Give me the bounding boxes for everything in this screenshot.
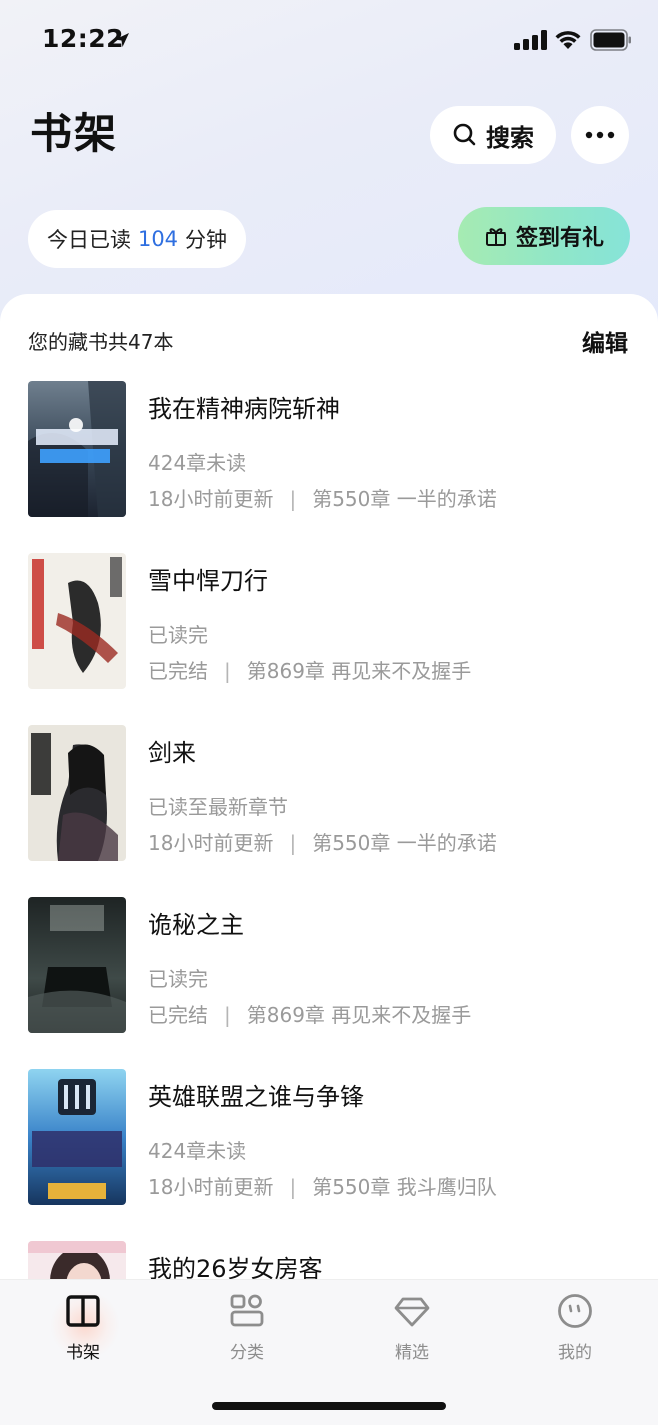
book-update-time: 18小时前更新 [148, 831, 274, 855]
tab-featured[interactable]: 精选 [357, 1288, 467, 1366]
tab-profile[interactable]: 我的 [520, 1288, 630, 1366]
search-button[interactable]: 搜索 [430, 106, 556, 164]
book-read-status: 424章未读 [148, 1139, 247, 1163]
tab-label: 精选 [395, 1343, 429, 1363]
wifi-icon [555, 31, 581, 49]
book-latest-chapter: 第550章 我斗鹰归队 [312, 1175, 497, 1199]
separator: | [224, 1003, 231, 1027]
search-icon [453, 123, 476, 146]
book-cover[interactable] [28, 897, 126, 1033]
separator: | [289, 487, 297, 511]
separator: | [224, 659, 231, 683]
book-latest-chapter: 第869章 再见来不及握手 [246, 659, 472, 683]
book-latest-chapter: 第550章 一半的承诺 [312, 831, 497, 855]
separator: | [289, 831, 297, 855]
book-title: 诡秘之主 [148, 911, 244, 939]
book-update-time: 18小时前更新 [148, 487, 274, 511]
bookshelf-icon [66, 1295, 100, 1327]
book-item[interactable]: 诡秘之主 已读完 已完结 | 第869章 再见来不及握手 [0, 897, 658, 1047]
tab-label: 书架 [66, 1343, 100, 1363]
book-read-status: 已读完 [148, 623, 208, 647]
tab-bookshelf[interactable]: 书架 [28, 1288, 138, 1366]
book-read-status: 424章未读 [148, 451, 247, 475]
diamond-icon [394, 1297, 430, 1327]
book-cover[interactable] [28, 553, 126, 689]
book-item[interactable]: 雪中悍刀行 已读完 已完结 | 第869章 再见来不及握手 [0, 553, 658, 703]
tab-label: 分类 [230, 1343, 264, 1363]
more-dots-icon [585, 131, 615, 139]
book-title: 剑来 [148, 739, 196, 767]
book-update-time: 18小时前更新 [148, 1175, 274, 1199]
signin-label: 签到有礼 [515, 226, 604, 251]
book-update-info: 已完结 | 第869章 再见来不及握手 [148, 655, 471, 684]
book-update-info: 18小时前更新 | 第550章 一半的承诺 [148, 483, 497, 512]
book-cover[interactable] [28, 725, 126, 861]
book-item[interactable]: 我在精神病院斩神 424章未读 18小时前更新 | 第550章 一半的承诺 [0, 381, 658, 531]
location-arrow-icon [115, 33, 129, 47]
book-item[interactable]: 剑来 已读至最新章节 18小时前更新 | 第550章 一半的承诺 [0, 725, 658, 875]
book-title: 我在精神病院斩神 [148, 395, 340, 423]
gift-icon [485, 228, 506, 246]
home-indicator [212, 1402, 446, 1410]
book-item[interactable]: 英雄联盟之谁与争锋 424章未读 18小时前更新 | 第550章 我斗鹰归队 [0, 1069, 658, 1219]
book-cover[interactable] [28, 1069, 126, 1205]
battery-icon [590, 29, 631, 51]
category-icon [230, 1294, 264, 1327]
reading-time-today[interactable]: 今日已读 104 分钟 [28, 210, 246, 268]
search-button-label: 搜索 [486, 123, 534, 152]
book-read-status: 已读完 [148, 967, 208, 991]
book-update-time: 已完结 [148, 1003, 208, 1027]
profile-face-icon [558, 1294, 592, 1328]
edit-button[interactable]: 编辑 [582, 324, 628, 358]
signin-reward-button[interactable]: 签到有礼 [458, 207, 630, 265]
book-count: 您的藏书共47本 [28, 330, 174, 354]
reading-time-suffix: 分钟 [185, 228, 228, 252]
reading-time-prefix: 今日已读 [46, 228, 131, 252]
status-bar: 12:22 [0, 0, 658, 80]
book-latest-chapter: 第550章 一半的承诺 [312, 487, 497, 511]
page-title: 书架 [30, 109, 119, 158]
book-title: 英雄联盟之谁与争锋 [148, 1083, 364, 1111]
book-update-info: 已完结 | 第869章 再见来不及握手 [148, 999, 471, 1028]
book-cover[interactable] [28, 381, 126, 517]
tab-category[interactable]: 分类 [192, 1288, 302, 1366]
reading-time-minutes: 104 [137, 227, 179, 251]
cellular-signal-icon [514, 30, 547, 50]
book-update-info: 18小时前更新 | 第550章 我斗鹰归队 [148, 1171, 497, 1200]
book-update-info: 18小时前更新 | 第550章 一半的承诺 [148, 827, 497, 856]
more-options-button[interactable] [571, 106, 629, 164]
separator: | [289, 1175, 297, 1199]
book-latest-chapter: 第869章 再见来不及握手 [246, 1003, 472, 1027]
tab-label: 我的 [558, 1343, 592, 1363]
book-read-status: 已读至最新章节 [148, 795, 288, 819]
book-title: 雪中悍刀行 [148, 567, 268, 595]
book-update-time: 已完结 [148, 659, 208, 683]
